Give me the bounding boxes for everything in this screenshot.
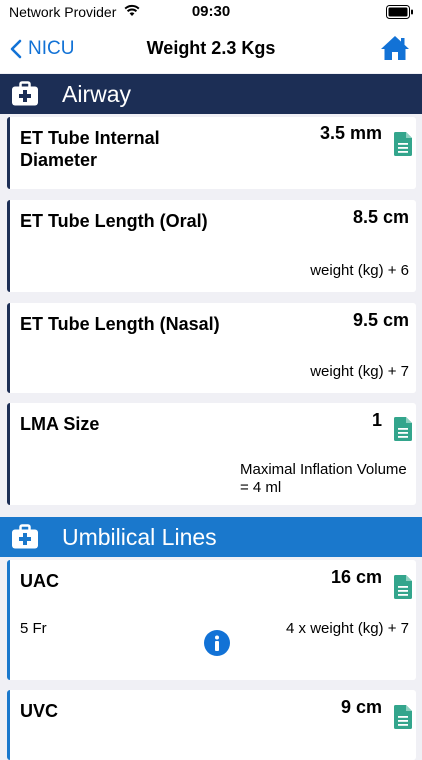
- section-title: Umbilical Lines: [62, 523, 217, 550]
- card-et-tube-length-nasal[interactable]: ET Tube Length (Nasal) 9.5 cm weight (kg…: [7, 303, 416, 393]
- card-title: UAC: [20, 571, 59, 591]
- status-bar: Network Provider 09:30: [0, 0, 422, 26]
- clock: 09:30: [191, 3, 231, 20]
- page-title: Weight 2.3 Kgs: [146, 38, 276, 58]
- card-value: 1: [371, 410, 382, 430]
- medical-kit-icon: [12, 81, 38, 106]
- section-title: Airway: [62, 80, 132, 107]
- card-title: LMA Size: [20, 414, 100, 434]
- card-value: 8.5 cm: [352, 207, 409, 227]
- card-title: ET Tube Internal Diameter: [20, 128, 160, 170]
- card-title: ET Tube Length (Nasal): [20, 314, 220, 334]
- home-button[interactable]: [380, 34, 410, 67]
- document-icon[interactable]: [394, 417, 412, 441]
- card-catheter-size: 5 Fr: [20, 620, 47, 637]
- card-formula: 4 x weight (kg) + 7: [286, 620, 409, 637]
- navigation-bar: NICU Weight 2.3 Kgs: [0, 26, 422, 73]
- card-title: ET Tube Length (Oral): [20, 211, 208, 231]
- card-lma-size[interactable]: LMA Size 1 Maximal Inflation Volume = 4 …: [7, 403, 416, 505]
- card-formula: weight (kg) + 6: [310, 262, 409, 279]
- card-uac[interactable]: UAC 16 cm 5 Fr 4 x weight (kg) + 7: [7, 560, 416, 680]
- document-icon[interactable]: [394, 132, 412, 156]
- home-icon: [381, 36, 409, 60]
- card-formula: weight (kg) + 7: [310, 363, 409, 380]
- card-note: Maximal Inflation Volume = 4 ml: [240, 461, 407, 496]
- card-value: 3.5 mm: [319, 123, 382, 143]
- info-icon[interactable]: [204, 630, 230, 656]
- section-header-umbilical-lines: Umbilical Lines: [0, 517, 422, 557]
- medical-kit-icon: [12, 524, 38, 549]
- card-value: 16 cm: [330, 567, 382, 587]
- card-value: 9 cm: [340, 697, 382, 717]
- document-icon[interactable]: [394, 705, 412, 729]
- section-header-airway: Airway: [0, 74, 422, 114]
- document-icon[interactable]: [394, 575, 412, 599]
- card-et-tube-length-oral[interactable]: ET Tube Length (Oral) 8.5 cm weight (kg)…: [7, 200, 416, 292]
- card-et-tube-internal-diameter[interactable]: ET Tube Internal Diameter 3.5 mm: [7, 117, 416, 189]
- card-value: 9.5 cm: [352, 310, 409, 330]
- battery-icon: [386, 5, 414, 24]
- card-title: UVC: [20, 701, 59, 721]
